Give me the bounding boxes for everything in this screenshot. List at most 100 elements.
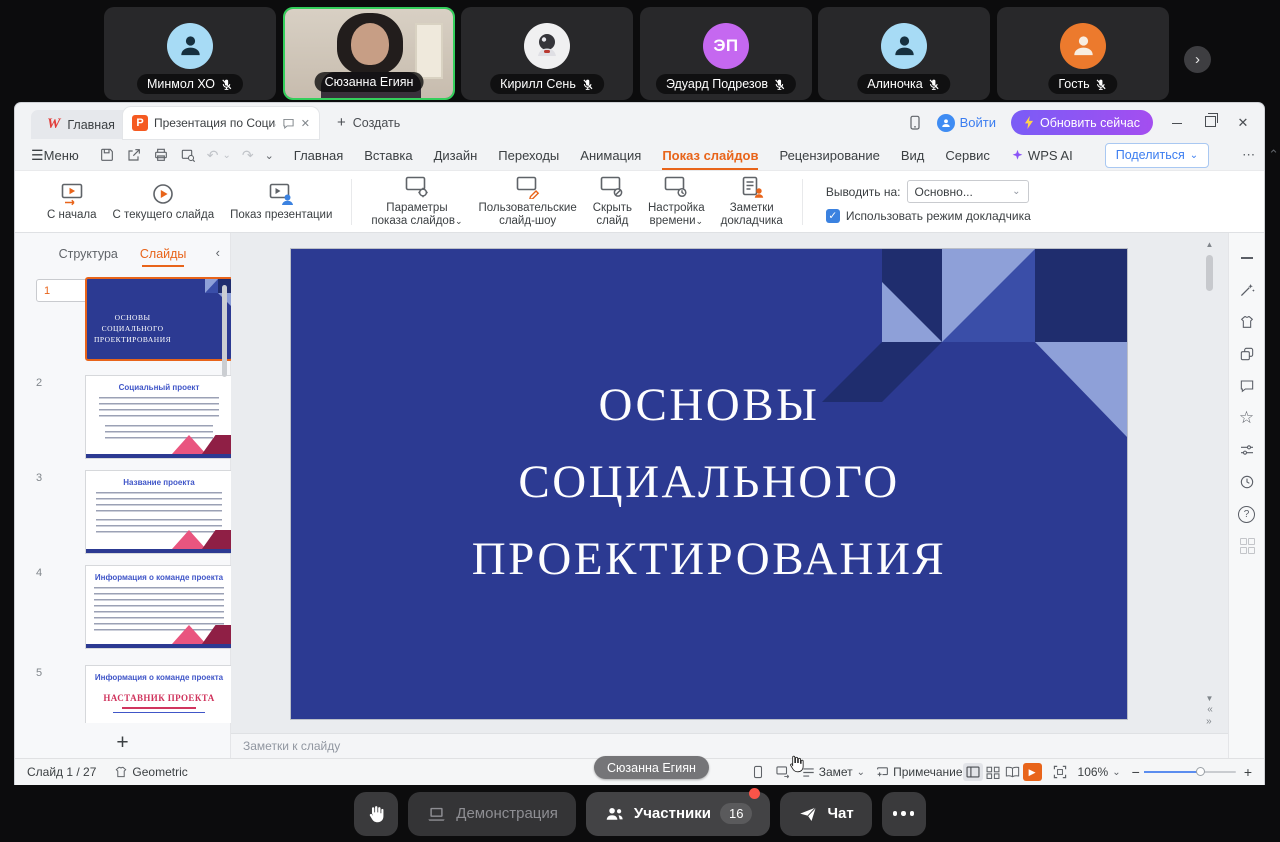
notes-toggle-button[interactable]: Замет ⌄ (802, 765, 865, 779)
slideshow-settings-button[interactable]: Параметры показа слайдов⌄ (371, 175, 462, 228)
scroll-up-icon[interactable]: ▲ (1206, 240, 1214, 249)
help-icon[interactable]: ? (1238, 505, 1256, 523)
zoom-out-button[interactable]: − (1132, 764, 1140, 780)
menu-item-insert[interactable]: Вставка (364, 148, 412, 163)
slide-thumbnail-3[interactable]: Название проекта (85, 470, 233, 554)
login-button[interactable]: Войти (937, 114, 996, 132)
tab-document[interactable]: P Презентация по Социальн ✕ (123, 107, 319, 139)
tab-outline[interactable]: Структура (59, 247, 118, 261)
ai-wand-icon[interactable] (1238, 281, 1256, 299)
chat-button[interactable]: Чат (780, 792, 871, 836)
close-tab-icon[interactable]: ✕ (301, 117, 310, 130)
zoom-level-button[interactable]: 106% ⌄ (1078, 765, 1121, 779)
show-presentation-button[interactable]: Показ презентации (230, 182, 332, 222)
menu-item-transitions[interactable]: Переходы (498, 148, 559, 163)
device-preview-button[interactable] (752, 765, 764, 779)
slide-thumbnail-1[interactable]: ОСНОВЫ СОЦИАЛЬНОГО ПРОЕКТИРОВАНИЯ (85, 277, 233, 361)
slide-notes-input[interactable]: Заметки к слайду (231, 733, 1228, 758)
print-icon[interactable] (153, 147, 169, 163)
favorites-star-icon[interactable]: ☆ (1238, 409, 1256, 427)
history-clock-icon[interactable] (1238, 473, 1256, 491)
comment-insert-button[interactable]: Примечание (876, 765, 962, 779)
more-options-button[interactable] (882, 792, 926, 836)
panel-scrollbar[interactable] (222, 285, 227, 377)
tab-slides[interactable]: Слайды (140, 247, 187, 261)
upgrade-button[interactable]: Обновить сейчас (1011, 110, 1153, 135)
menu-item-slideshow[interactable]: Показ слайдов (662, 148, 758, 163)
menu-item-review[interactable]: Рецензирование (779, 148, 879, 163)
participant-tile[interactable]: Минмол ХО (104, 7, 276, 100)
menu-item-tools[interactable]: Сервис (945, 148, 990, 163)
vertical-scrollbar[interactable]: ▲ ▼ « « (1204, 239, 1215, 727)
screen-share-button[interactable]: Демонстрация (408, 792, 576, 836)
close-window-button[interactable]: ✕ (1234, 115, 1252, 131)
restore-button[interactable] (1201, 115, 1219, 130)
fit-slide-button[interactable] (1053, 765, 1067, 779)
next-participants-button[interactable]: › (1184, 46, 1211, 73)
view-reading-button[interactable] (1003, 763, 1023, 781)
design-styles-icon[interactable] (1238, 313, 1256, 331)
participant-tile[interactable]: Гость (997, 7, 1169, 100)
menu-item-animation[interactable]: Анимация (580, 148, 641, 163)
collapse-ribbon-icon[interactable]: ⌃ (1268, 147, 1279, 163)
participants-button[interactable]: Участники 16 (586, 792, 771, 836)
slide-thumbnail-5[interactable]: Информация о команде проекта НАСТАВНИК П… (85, 665, 233, 723)
slide-thumbnail-2[interactable]: Социальный проект (85, 375, 233, 459)
new-document-button[interactable]: + Создать (337, 114, 400, 131)
participant-tile[interactable]: ЭП Эдуард Подрезов (640, 7, 812, 100)
collapse-sidebar-icon[interactable] (1238, 249, 1256, 267)
comments-panel-icon[interactable] (1238, 377, 1256, 395)
apps-grid-icon[interactable] (1238, 537, 1256, 555)
hamburger-menu-icon[interactable]: ☰ (31, 147, 44, 164)
scroll-down-icon[interactable]: ▼ (1206, 694, 1214, 703)
menu-item-view[interactable]: Вид (901, 148, 925, 163)
undo-dropdown-icon[interactable]: ⌄ (222, 150, 230, 161)
shapes-library-icon[interactable] (1238, 345, 1256, 363)
save-icon[interactable] (99, 147, 115, 163)
rehearse-timings-button[interactable]: Настройка времени⌄ (648, 175, 705, 228)
speaker-notes-button[interactable]: Заметкидокладчика (721, 175, 783, 228)
toolbar-more-icon[interactable]: ⌄ (265, 149, 274, 162)
start-slideshow-button[interactable]: ▶ (1023, 763, 1042, 781)
slide-title-text[interactable]: ОСНОВЫ СОЦИАЛЬНОГО ПРОЕКТИРОВАНИЯ (291, 367, 1127, 598)
participant-tile[interactable]: Алиночка (818, 7, 990, 100)
zoom-slider-knob[interactable] (1196, 767, 1205, 776)
current-slide[interactable]: ОСНОВЫ СОЦИАЛЬНОГО ПРОЕКТИРОВАНИЯ (291, 249, 1127, 719)
previous-slide-icon[interactable]: « (1207, 706, 1212, 714)
participant-tile-active-speaker[interactable]: Сюзанна Егиян (283, 7, 455, 100)
undo-icon[interactable]: ↶ (207, 147, 219, 164)
hide-slide-button[interactable]: Скрытьслайд (593, 175, 632, 228)
view-slide-sorter-button[interactable] (983, 763, 1003, 781)
from-current-slide-button[interactable]: С текущего слайда (113, 182, 215, 222)
slide-thumbnail-4[interactable]: Информация о команде проекта (85, 565, 233, 649)
custom-slideshow-button[interactable]: Пользовательскиеслайд-шоу (479, 175, 577, 228)
raise-hand-button[interactable] (354, 792, 398, 836)
minimize-button[interactable] (1168, 115, 1186, 130)
view-normal-button[interactable] (963, 763, 983, 781)
redo-icon[interactable]: ↷ (242, 147, 254, 164)
theme-button[interactable]: Geometric (114, 765, 187, 779)
menu-label[interactable]: Меню (44, 148, 79, 163)
menu-item-wps-ai[interactable]: WPS AI (1011, 148, 1073, 163)
zoom-in-button[interactable]: + (1244, 764, 1252, 780)
collapse-panel-icon[interactable]: ‹ (216, 245, 220, 260)
more-options-icon[interactable]: ⋯ (1242, 147, 1255, 163)
editor-canvas[interactable]: ОСНОВЫ СОЦИАЛЬНОГО ПРОЕКТИРОВАНИЯ ▲ ▼ « … (231, 233, 1228, 733)
comment-bubble-icon[interactable] (282, 117, 295, 130)
next-slide-icon[interactable]: « (1207, 717, 1212, 725)
zoom-slider[interactable] (1144, 771, 1236, 773)
add-slide-button[interactable]: + (15, 731, 230, 755)
scrollbar-thumb[interactable] (1206, 255, 1213, 291)
from-start-button[interactable]: С начала (47, 182, 97, 222)
menu-item-design[interactable]: Дизайн (434, 148, 478, 163)
menu-item-home[interactable]: Главная (294, 148, 343, 163)
presenter-mode-checkbox[interactable]: ✓ (826, 209, 840, 223)
tab-wps-home[interactable]: W Главная (31, 110, 131, 139)
print-preview-icon[interactable] (180, 147, 196, 163)
participant-tile[interactable]: Кирилл Сень (461, 7, 633, 100)
export-icon[interactable] (126, 147, 142, 163)
settings-sliders-icon[interactable] (1238, 441, 1256, 459)
output-display-select[interactable]: Основно... ⌄ (907, 180, 1029, 203)
share-button[interactable]: Поделиться ⌄ (1105, 143, 1209, 168)
mobile-device-icon[interactable] (908, 115, 922, 131)
